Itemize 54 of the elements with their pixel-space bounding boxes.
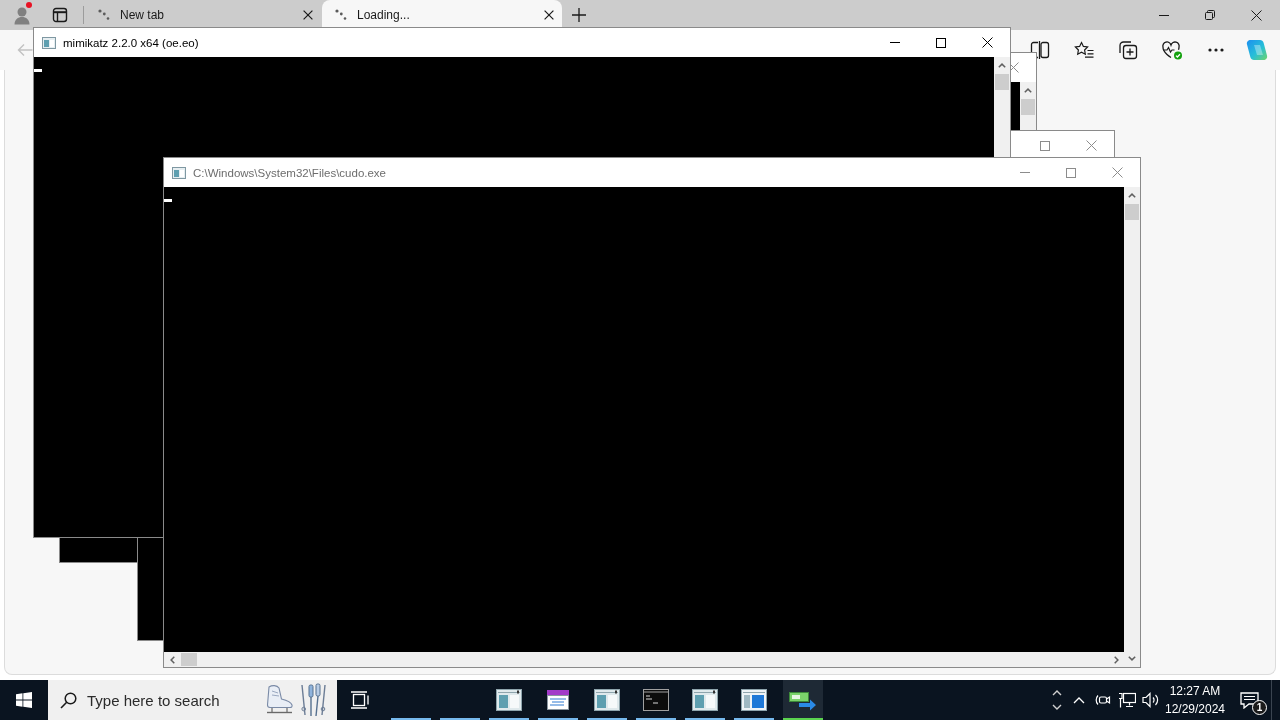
window-title: C:\Windows\System32\Files\cudo.exe [193,166,387,179]
notification-count-badge: 1 [1252,700,1267,715]
close-icon[interactable] [981,37,993,48]
star-list-icon[interactable] [1074,41,1094,59]
panel-window-icon[interactable] [741,689,767,711]
scrollbar-thumb[interactable] [1125,204,1139,220]
app-window-icon[interactable] [594,689,620,711]
window-title: mimikatz 2.2.0 x64 (oe.eo) [63,36,199,49]
horizontal-scrollbar[interactable] [164,652,1124,667]
clock-date[interactable]: 12/29/2024 [1164,700,1226,718]
more-options-icon[interactable] [1208,48,1224,52]
close-icon[interactable] [303,10,313,20]
loading-dots-icon [98,9,110,21]
split-screen-icon[interactable] [1030,41,1050,59]
heart-pulse-icon[interactable] [1161,40,1183,60]
video-camera-icon[interactable] [1095,692,1111,708]
notification-icon[interactable] [1239,691,1259,709]
plus-icon[interactable] [572,8,586,22]
browser-tab[interactable]: New tab [85,0,321,30]
search-input[interactable]: Type here to search [87,691,263,709]
vertical-scrollbar[interactable] [1124,187,1140,667]
four-panes-icon[interactable] [16,692,32,708]
collections-plus-icon[interactable] [1118,40,1138,60]
app-window-icon [172,166,186,179]
profile-avatar-icon[interactable] [12,5,32,25]
task-view-icon[interactable] [349,691,370,709]
chevron-down-icon[interactable] [1052,704,1062,710]
clock-time[interactable]: 12:27 AM [1169,682,1221,700]
search-box[interactable]: Type here to search [48,680,337,720]
restore-icon[interactable] [1205,10,1215,20]
scrollbar-thumb[interactable] [995,74,1009,90]
form-window-icon[interactable] [545,689,571,711]
app-window-icon[interactable] [496,689,522,711]
loading-dots-icon [335,9,347,21]
chevron-up-icon[interactable] [1052,690,1062,696]
search-icon [60,691,77,709]
sidebar-window-icon[interactable] [52,7,68,23]
vertical-scrollbar[interactable] [994,57,1010,157]
terminal-icon[interactable] [643,689,669,711]
close-icon[interactable] [544,10,554,20]
minimize-icon[interactable] [1159,14,1169,16]
close-icon[interactable] [1250,9,1262,21]
app-window-icon[interactable] [692,689,718,711]
scrollbar-thumb[interactable] [1021,99,1035,115]
browser-tab[interactable]: Loading... [322,0,562,30]
network-monitor-icon[interactable] [1118,692,1136,708]
taskbar-app-button[interactable] [783,680,823,720]
network-arrow-icon[interactable] [789,689,817,711]
gradient-logo-icon[interactable] [1246,39,1268,61]
maximize-icon[interactable] [936,37,946,48]
vertical-scrollbar[interactable] [1020,82,1036,130]
speaker-icon[interactable] [1142,692,1160,708]
app-window-icon [42,36,56,49]
scrollbar-thumb[interactable] [181,653,197,666]
